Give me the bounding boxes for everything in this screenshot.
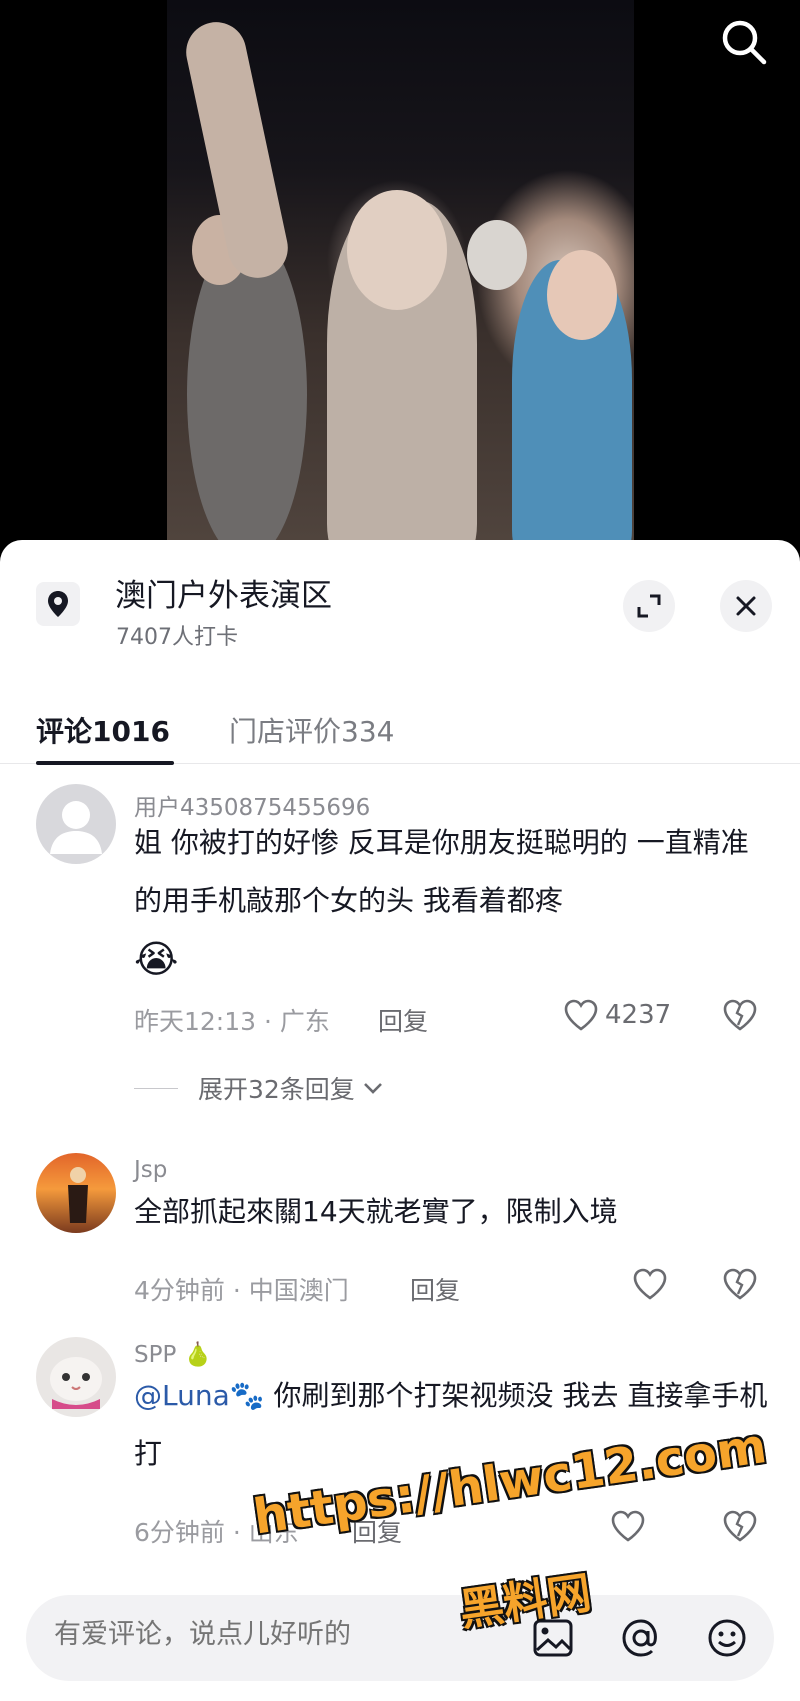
like-button[interactable]: 4237 (563, 998, 671, 1032)
tab-store-reviews[interactable]: 门店评价334 (229, 710, 394, 750)
like-count: 4237 (605, 1000, 672, 1030)
comment-meta: 昨天12:13 · 广东 (134, 1007, 330, 1036)
avatar[interactable] (36, 784, 116, 864)
location-pin-icon (36, 582, 80, 626)
comment-input[interactable] (54, 1619, 474, 1650)
comment-sheet: 澳门户外表演区 7407人打卡 评论1016 门店评价334 用户4350875… (0, 540, 800, 1701)
comment-text: 姐 你被打的好惨 反耳是你朋友挺聪明的 一直精准的用手机敲那个女的头 我看着都疼… (134, 814, 770, 994)
like-button[interactable] (610, 1509, 646, 1543)
search-button[interactable] (716, 14, 772, 70)
expand-replies-label: 展开32条回复 (198, 1075, 355, 1104)
tab-comments[interactable]: 评论1016 (36, 710, 170, 750)
crying-emoji: 😭 (134, 937, 179, 981)
crowd-face-back (467, 220, 527, 290)
comment-input-bar (26, 1595, 774, 1681)
dislike-button[interactable] (722, 998, 758, 1036)
expand-button[interactable] (623, 580, 675, 632)
search-icon (722, 20, 767, 65)
heart-icon (611, 1510, 645, 1542)
avatar[interactable] (36, 1337, 116, 1417)
mention-button[interactable] (618, 1615, 664, 1661)
like-button[interactable] (632, 1267, 668, 1301)
avatar[interactable] (36, 1153, 116, 1233)
video-frame (167, 0, 634, 560)
reply-button[interactable]: 回复 (410, 1271, 460, 1307)
video-player[interactable] (0, 0, 800, 560)
crowd-face-center (347, 190, 447, 310)
crowd-face-right (547, 250, 617, 340)
location-header: 澳门户外表演区 7407人打卡 (0, 540, 800, 670)
comment-body: 姐 你被打的好惨 反耳是你朋友挺聪明的 一直精准的用手机敲那个女的头 我看着都疼 (134, 826, 749, 917)
mention-link[interactable]: @Luna🐾 (134, 1379, 265, 1412)
at-icon (622, 1619, 657, 1657)
comment-username[interactable]: Jsp (134, 1157, 167, 1183)
checkin-count: 7407人打卡 (116, 625, 238, 650)
comment-username[interactable]: SPP 🍐 (134, 1341, 212, 1368)
tab-bar: 评论1016 门店评价334 (0, 690, 800, 765)
location-title[interactable]: 澳门户外表演区 (115, 570, 332, 615)
comment-meta: 4分钟前 · 中国澳门 (134, 1276, 349, 1305)
tab-active-indicator (36, 761, 174, 765)
reply-button[interactable]: 回复 (378, 1002, 428, 1038)
dislike-button[interactable] (722, 1509, 758, 1547)
heart-icon (564, 999, 598, 1031)
broken-heart-icon (723, 1268, 757, 1300)
heart-icon (633, 1268, 667, 1300)
user-badge: 🍐 (183, 1342, 213, 1368)
comment-text: 全部抓起來關14天就老實了，限制入境 (134, 1195, 618, 1228)
broken-heart-icon (723, 999, 757, 1031)
expand-icon (637, 594, 661, 618)
chevron-down-icon (363, 1083, 382, 1094)
emoji-button[interactable] (704, 1615, 750, 1661)
comment-username-text: SPP (134, 1342, 177, 1368)
dislike-button[interactable] (722, 1267, 758, 1305)
emoji-icon (708, 1619, 746, 1657)
divider (134, 1087, 178, 1089)
broken-heart-icon (723, 1510, 757, 1542)
close-button[interactable] (720, 580, 772, 632)
close-icon (736, 596, 756, 616)
expand-replies-button[interactable]: 展开32条回复 (134, 1070, 385, 1106)
